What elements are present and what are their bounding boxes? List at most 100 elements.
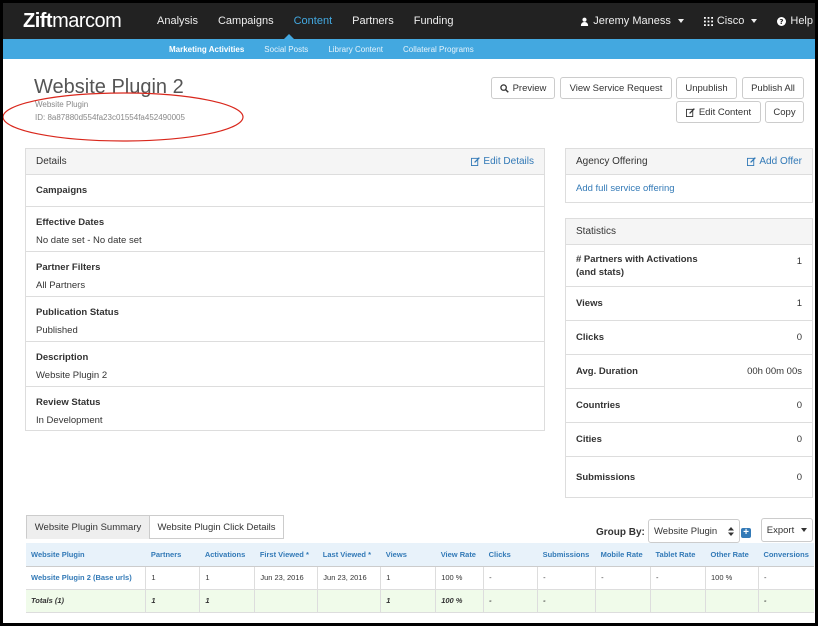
- group-by-select[interactable]: Website Plugin: [648, 519, 740, 543]
- agency-title: Agency Offering: [576, 156, 648, 167]
- detail-value: No date set - No date set: [36, 235, 142, 246]
- group-by-label: Group By:: [596, 527, 645, 538]
- totals-cell: -: [537, 589, 597, 613]
- detail-value: In Development: [36, 415, 103, 426]
- preview-button[interactable]: Preview: [491, 77, 555, 99]
- stat-row-avg-duration: Avg. Duration 00h 00m 00s: [566, 355, 812, 389]
- totals-cell: [254, 589, 319, 613]
- detail-label: Publication Status: [36, 307, 119, 318]
- subnav-collateral-programs[interactable]: Collateral Programs: [393, 45, 484, 54]
- stat-value: 1: [796, 298, 802, 309]
- subnav-social-posts[interactable]: Social Posts: [254, 45, 318, 54]
- totals-cell: -: [483, 589, 539, 613]
- col-mobile-rate[interactable]: Mobile Rate: [595, 543, 651, 567]
- detail-value: Website Plugin 2: [36, 370, 108, 381]
- stat-label: Avg. Duration: [576, 366, 638, 377]
- svg-text:?: ?: [780, 17, 784, 26]
- stat-row-views: Views 1: [566, 287, 812, 321]
- totals-cell: 1: [199, 589, 256, 613]
- plugin-name-link[interactable]: Website Plugin 2 (Base urls): [26, 566, 147, 590]
- col-first-viewed[interactable]: First Viewed *: [254, 543, 318, 567]
- detail-label: Description: [36, 352, 89, 363]
- nav-funding[interactable]: Funding: [404, 3, 464, 39]
- totals-cell: [317, 589, 382, 613]
- col-tablet-rate[interactable]: Tablet Rate: [650, 543, 706, 567]
- col-clicks[interactable]: Clicks: [483, 543, 538, 567]
- chevron-down-icon: [801, 528, 808, 532]
- detail-label: Partner Filters: [36, 262, 101, 273]
- col-partners[interactable]: Partners: [145, 543, 200, 567]
- tab-website-plugin-summary[interactable]: Website Plugin Summary: [26, 515, 150, 539]
- edit-details-link[interactable]: Edit Details: [471, 156, 534, 167]
- totals-cell: 100 %: [435, 589, 485, 613]
- nav-right: Jeremy Maness Cisco ? Help: [570, 3, 815, 39]
- edit-content-button[interactable]: Edit Content: [676, 101, 761, 123]
- add-full-service-link[interactable]: Add full service offering: [566, 175, 812, 202]
- nav-partners[interactable]: Partners: [342, 3, 404, 39]
- detail-row-review-status: Review Status In Development: [26, 387, 544, 432]
- stat-value: 00h 00m 00s: [747, 366, 802, 377]
- view-service-request-button[interactable]: View Service Request: [560, 77, 672, 99]
- details-panel-header: Details Edit Details: [26, 149, 544, 175]
- publish-all-button[interactable]: Publish All: [742, 77, 804, 99]
- totals-row: Totals (1) 1 1 1 100 % - - -: [26, 589, 814, 613]
- chevron-down-icon: [677, 19, 684, 23]
- preview-label: Preview: [512, 82, 547, 94]
- sub-navbar: Marketing Activities Social Posts Librar…: [3, 34, 815, 59]
- export-label: Export: [766, 524, 795, 536]
- user-icon: [581, 17, 589, 26]
- help-menu[interactable]: ? Help: [767, 3, 815, 39]
- col-view-rate[interactable]: View Rate: [435, 543, 484, 567]
- stat-value: 0: [796, 400, 802, 411]
- detail-label: Effective Dates: [36, 217, 105, 228]
- nav-campaigns[interactable]: Campaigns: [208, 3, 284, 39]
- user-menu[interactable]: Jeremy Maness: [570, 3, 694, 39]
- table-cell: -: [483, 566, 539, 590]
- stat-value: 1: [796, 256, 802, 267]
- tab-website-plugin-click-details[interactable]: Website Plugin Click Details: [149, 515, 284, 539]
- table-header-row: Website Plugin Partners Activations Firs…: [26, 543, 814, 567]
- totals-cell: [705, 589, 759, 613]
- table-cell: 1: [380, 566, 437, 590]
- help-icon: ?: [777, 16, 787, 26]
- table-cell: Jun 23, 2016: [254, 566, 319, 590]
- user-name: Jeremy Maness: [593, 15, 671, 27]
- group-by-value: Website Plugin: [654, 525, 718, 537]
- edit-details-label: Edit Details: [483, 156, 534, 167]
- col-last-viewed[interactable]: Last Viewed *: [317, 543, 381, 567]
- table-cell: 1: [145, 566, 201, 590]
- help-label: Help: [790, 15, 813, 27]
- active-pointer: [284, 34, 294, 39]
- totals-cell: Totals (1): [26, 589, 147, 613]
- stat-row-countries: Countries 0: [566, 389, 812, 423]
- subnav-library-content[interactable]: Library Content: [318, 45, 393, 54]
- table-cell: -: [758, 566, 814, 590]
- col-activations[interactable]: Activations: [199, 543, 255, 567]
- col-website-plugin[interactable]: Website Plugin: [26, 543, 146, 567]
- org-menu[interactable]: Cisco: [694, 3, 768, 39]
- stat-row-cities: Cities 0: [566, 423, 812, 457]
- stat-row-submissions: Submissions 0: [566, 457, 812, 497]
- col-conversions[interactable]: Conversions: [758, 543, 814, 567]
- details-panel: Details Edit Details Campaigns Effective…: [25, 148, 545, 431]
- brand-logo[interactable]: Zift marcom: [23, 10, 147, 33]
- stat-label: Submissions: [576, 471, 636, 483]
- table-cell: -: [537, 566, 597, 590]
- col-submissions[interactable]: Submissions: [537, 543, 596, 567]
- org-name: Cisco: [716, 15, 745, 27]
- stat-label: Countries: [576, 400, 621, 411]
- add-group-icon[interactable]: +: [741, 528, 751, 538]
- col-other-rate[interactable]: Other Rate: [705, 543, 759, 567]
- subnav-marketing-activities[interactable]: Marketing Activities: [159, 45, 254, 54]
- stat-row-partners: # Partners with Activations (and stats) …: [566, 245, 812, 287]
- table-row: Website Plugin 2 (Base urls) 1 1 Jun 23,…: [26, 566, 814, 590]
- export-button[interactable]: Export: [761, 518, 813, 542]
- copy-button[interactable]: Copy: [765, 101, 804, 123]
- table-cell: 100 %: [435, 566, 485, 590]
- add-offer-link[interactable]: Add Offer: [747, 156, 802, 167]
- unpublish-button[interactable]: Unpublish: [676, 77, 737, 99]
- stat-row-clicks: Clicks 0: [566, 321, 812, 355]
- top-navbar: Zift marcom Analysis Campaigns Content Pa…: [3, 3, 815, 39]
- nav-analysis[interactable]: Analysis: [147, 3, 208, 39]
- col-views[interactable]: Views: [380, 543, 436, 567]
